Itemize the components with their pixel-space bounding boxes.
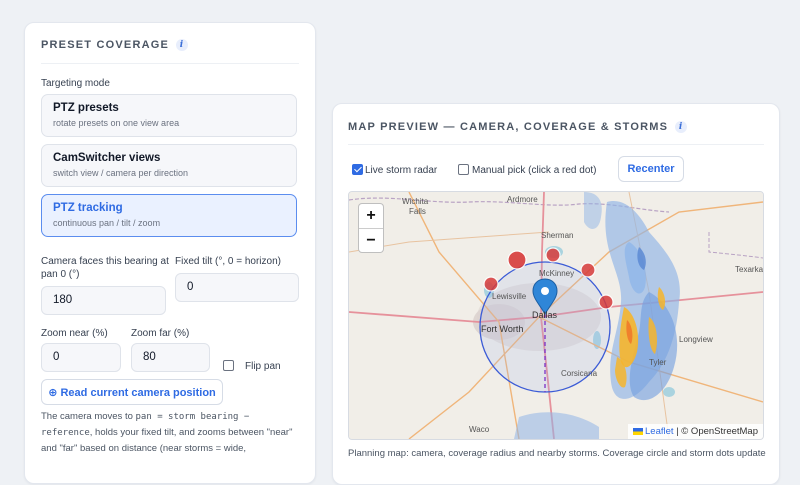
help-text-part: The camera moves to <box>41 411 136 422</box>
leaflet-link[interactable]: Leaflet <box>645 426 674 437</box>
divider <box>348 144 764 145</box>
city-label-ardmore: Ardmore <box>507 195 538 204</box>
mode-title: CamSwitcher views <box>53 152 161 164</box>
mode-title: PTZ tracking <box>53 202 123 214</box>
bearing-label: Camera faces this bearing at pan 0 (°) <box>41 256 169 280</box>
mode-title: PTZ presets <box>53 102 119 114</box>
city-label-lewisville: Lewisville <box>492 292 527 301</box>
city-label-dallas: Dallas <box>532 310 558 320</box>
zoom-far-label: Zoom far (%) <box>131 328 190 339</box>
bearing-input[interactable]: 180 <box>41 286 166 315</box>
map-canvas[interactable]: Wichita Falls Ardmore Sherman McKinney L… <box>349 192 763 439</box>
map-preview-title-text: MAP PREVIEW — CAMERA, COVERAGE & STORMS <box>348 121 669 133</box>
city-label-waco: Waco <box>469 425 490 434</box>
read-camera-position-button[interactable]: ⊕ Read current camera position <box>41 379 223 405</box>
preset-coverage-title: PRESET COVERAGE i <box>41 39 189 51</box>
zoom-near-input[interactable]: 0 <box>41 343 121 372</box>
map-preview-title: MAP PREVIEW — CAMERA, COVERAGE & STORMS … <box>348 121 688 133</box>
help-text: The camera moves to pan = storm bearing … <box>41 409 305 456</box>
live-radar-label: Live storm radar <box>365 165 438 176</box>
targeting-mode-label: Targeting mode <box>41 78 110 89</box>
city-label-texarkana: Texarka <box>735 265 763 274</box>
storm-dot <box>545 247 561 263</box>
zoom-near-label: Zoom near (%) <box>41 328 108 339</box>
info-icon[interactable]: i <box>176 39 189 51</box>
manual-pick-checkbox[interactable] <box>458 164 469 175</box>
mode-camswitcher-views[interactable]: CamSwitcher views switch view / camera p… <box>41 144 297 187</box>
storm-dot <box>507 250 527 270</box>
city-label-sherman: Sherman <box>541 231 573 240</box>
flip-pan-checkbox[interactable] <box>223 360 234 371</box>
city-label-corsicana: Corsicana <box>561 369 598 378</box>
storm-dot <box>598 294 614 310</box>
manual-pick-label: Manual pick (click a red dot) <box>472 165 597 176</box>
map[interactable]: Wichita Falls Ardmore Sherman McKinney L… <box>348 191 764 440</box>
lake <box>663 387 675 397</box>
info-icon[interactable]: i <box>675 121 688 133</box>
preset-coverage-title-text: PRESET COVERAGE <box>41 39 170 51</box>
city-label-longview: Longview <box>679 335 713 344</box>
attribution-text: | © OpenStreetMap <box>676 426 758 437</box>
mode-ptz-tracking[interactable]: PTZ tracking continuous pan / tilt / zoo… <box>41 194 297 237</box>
zoom-control: + − <box>358 203 384 253</box>
tilt-label: Fixed tilt (°, 0 = horizon) <box>175 256 281 267</box>
city-label-mckinney: McKinney <box>539 269 574 278</box>
storm-dot <box>580 262 596 278</box>
ukraine-flag-icon <box>633 428 644 435</box>
recenter-button[interactable]: Recenter <box>618 156 684 182</box>
mode-subtitle: continuous pan / tilt / zoom <box>53 218 161 228</box>
map-footer-text: Planning map: camera, coverage radius an… <box>348 448 768 459</box>
map-attribution: Leaflet | © OpenStreetMap <box>628 424 763 439</box>
flip-pan-label: Flip pan <box>245 361 281 372</box>
mode-subtitle: rotate presets on one view area <box>53 118 180 128</box>
zoom-far-input[interactable]: 80 <box>131 343 210 372</box>
mode-subtitle: switch view / camera per direction <box>53 168 189 178</box>
divider <box>41 63 299 64</box>
zoom-out-button[interactable]: − <box>359 229 383 253</box>
storm-dot <box>483 276 499 292</box>
tilt-input[interactable]: 0 <box>175 273 299 302</box>
city-label-wichita-falls: Falls <box>409 207 426 216</box>
mode-ptz-presets[interactable]: PTZ presets rotate presets on one view a… <box>41 94 297 137</box>
city-label-tyler: Tyler <box>649 358 667 367</box>
map-preview-card: MAP PREVIEW — CAMERA, COVERAGE & STORMS … <box>332 103 780 485</box>
preset-coverage-card: PRESET COVERAGE i Targeting mode PTZ pre… <box>24 22 316 484</box>
city-label-wichita-falls: Wichita <box>402 197 429 206</box>
live-radar-checkbox[interactable] <box>352 164 363 175</box>
city-label-fort-worth: Fort Worth <box>481 324 523 334</box>
zoom-in-button[interactable]: + <box>359 204 383 229</box>
